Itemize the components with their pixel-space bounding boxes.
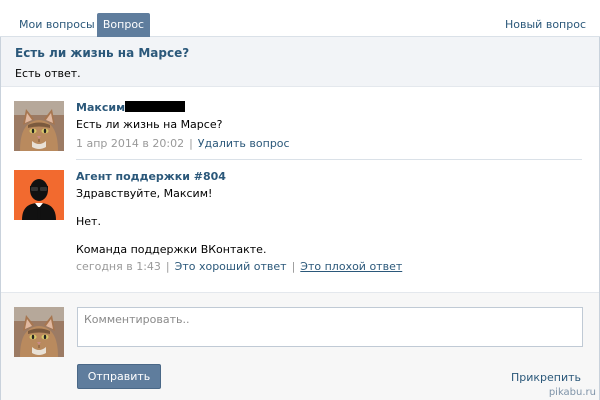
meta-separator: | [165, 260, 170, 273]
watermark: pikabu.ru [548, 387, 596, 398]
post-date: сегодня в 1:43 [76, 260, 161, 273]
answer-greeting: Здравствуйте, Максим! [76, 187, 213, 200]
cat-avatar-icon[interactable] [14, 101, 64, 151]
author-name[interactable]: Максим [76, 101, 125, 114]
send-button[interactable]: Отправить [77, 364, 161, 389]
question-title: Есть ли жизнь на Марсе? [15, 46, 190, 60]
support-agent-icon[interactable] [14, 170, 64, 220]
delete-question-link[interactable]: Удалить вопрос [198, 137, 290, 150]
new-question-link[interactable]: Новый вопрос [505, 13, 586, 37]
comment-input[interactable] [77, 307, 583, 347]
post-author[interactable]: Агент поддержки #804 [76, 170, 576, 184]
post-body: Агент поддержки #804 Здравствуйте, Макси… [76, 170, 576, 274]
good-answer-link[interactable]: Это хороший ответ [175, 260, 287, 273]
answer-signature: Команда поддержки ВКонтакте. [76, 243, 267, 256]
answer-text: Нет. [76, 215, 101, 228]
attach-link[interactable]: Прикрепить [511, 371, 581, 384]
tab-bar: Мои вопросы Вопрос Новый вопрос [0, 0, 600, 37]
post-date: 1 апр 2014 в 20:02 [76, 137, 185, 150]
post-meta: 1 апр 2014 в 20:02 | Удалить вопрос [76, 137, 576, 151]
post-body: Максим Есть ли жизнь на Марсе? 1 апр 201… [76, 101, 576, 151]
bad-answer-link[interactable]: Это плохой ответ [300, 260, 402, 273]
tab-question[interactable]: Вопрос [97, 13, 150, 37]
tab-my-questions[interactable]: Мои вопросы [7, 13, 107, 37]
redaction-bar [125, 101, 186, 112]
post-author: Максим [76, 101, 576, 115]
post-meta: сегодня в 1:43 | Это хороший ответ | Это пло… [76, 260, 576, 274]
post-divider [76, 159, 582, 160]
meta-separator: | [291, 260, 296, 273]
post-text: Есть ли жизнь на Марсе? [76, 118, 223, 131]
question-status: Есть ответ. [15, 67, 81, 80]
meta-separator: | [189, 137, 193, 150]
cat-avatar-icon[interactable] [14, 307, 64, 357]
comment-box: Отправить Прикрепить pikabu.ru [1, 292, 599, 400]
question-header: Есть ли жизнь на Марсе? Есть ответ. [1, 37, 599, 87]
